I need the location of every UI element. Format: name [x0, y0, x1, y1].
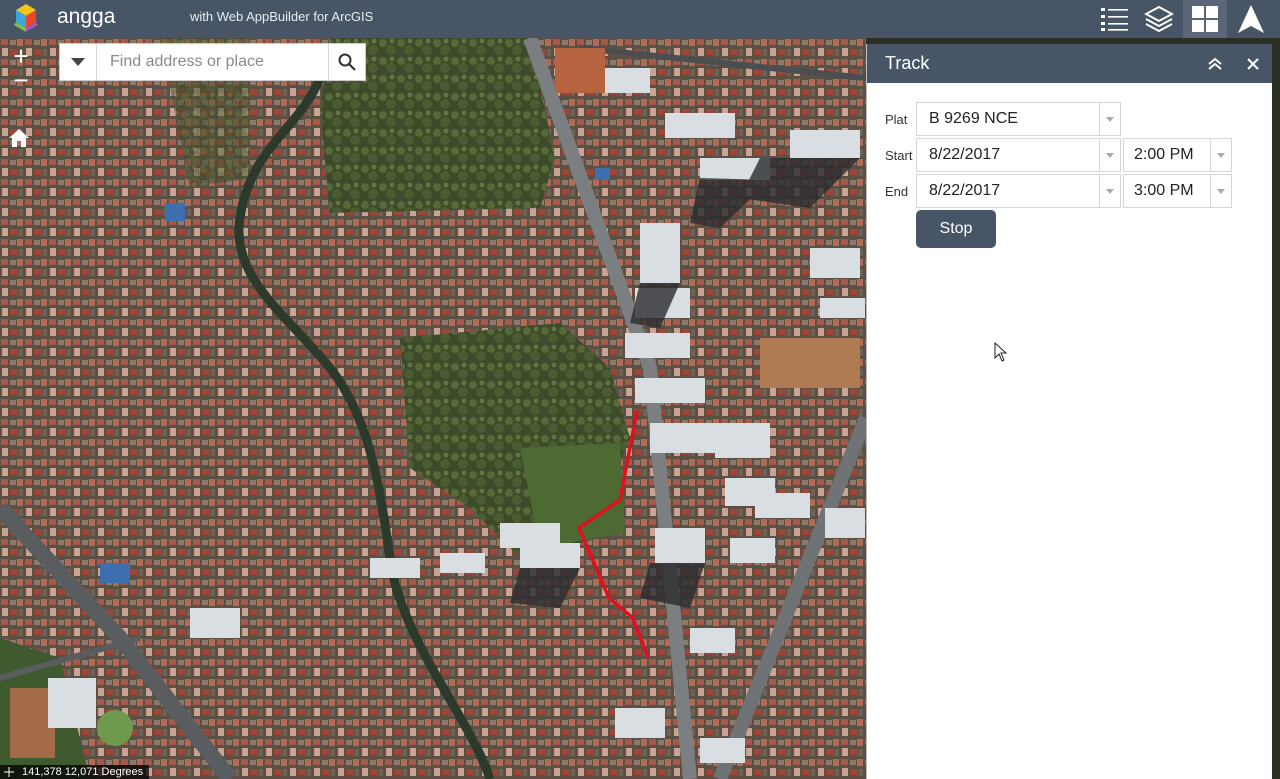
mouse-cursor-icon [994, 342, 1008, 362]
panel-title: Track [885, 53, 930, 73]
end-date-value: 8/22/2017 [929, 182, 1001, 199]
app-header: angga with Web AppBuilder for ArcGIS [0, 0, 1280, 38]
search-button[interactable] [328, 44, 365, 80]
caret-down-icon [71, 58, 85, 66]
search-input[interactable] [97, 44, 328, 80]
home-icon [9, 129, 29, 147]
end-time-picker[interactable]: 3:00 PM [1123, 174, 1232, 208]
plat-label: Plat [885, 111, 908, 127]
start-date-arrow[interactable] [1099, 139, 1120, 171]
widgets-button[interactable] [1183, 0, 1227, 38]
crosshair-icon [4, 767, 14, 777]
zoom-out-button[interactable]: − [6, 67, 36, 93]
satellite-map[interactable] [0, 38, 866, 779]
app-subtitle: with Web AppBuilder for ArcGIS [190, 9, 374, 24]
end-time-arrow[interactable] [1210, 175, 1231, 207]
start-row: Start 8/22/2017 2:00 PM [885, 138, 1232, 172]
search-source-dropdown[interactable] [60, 44, 97, 80]
search-icon [338, 53, 356, 71]
end-date-picker[interactable]: 8/22/2017 [916, 174, 1121, 208]
legend-button[interactable] [1093, 0, 1137, 38]
coordinate-readout: 141,378 12,071 Degrees [0, 765, 150, 779]
start-date-value: 8/22/2017 [929, 146, 1001, 163]
close-icon [1247, 57, 1259, 70]
caret-down-icon [1106, 152, 1114, 158]
start-label: Start [885, 147, 913, 163]
double-chevron-up-icon [1208, 57, 1222, 70]
end-date-arrow[interactable] [1099, 175, 1120, 207]
coordinate-text: 141,378 12,071 Degrees [22, 766, 144, 778]
caret-down-icon [1217, 152, 1225, 158]
start-time-picker[interactable]: 2:00 PM [1123, 138, 1232, 172]
widget-grid-icon [1192, 6, 1218, 32]
layers-button[interactable] [1137, 0, 1181, 38]
plat-dropdown-arrow[interactable] [1099, 103, 1120, 135]
layers-icon [1144, 5, 1174, 33]
caret-down-icon [1106, 116, 1114, 122]
start-time-value: 2:00 PM [1134, 146, 1194, 163]
legend-list-icon [1101, 8, 1128, 31]
collapse-button[interactable] [1196, 44, 1234, 83]
end-label: End [885, 183, 909, 199]
zoom-control: + − [6, 43, 36, 93]
home-button[interactable] [8, 128, 30, 153]
start-time-arrow[interactable] [1210, 139, 1231, 171]
app-logo-icon [14, 4, 38, 32]
plat-select[interactable]: B 9269 NCE [916, 102, 1121, 136]
app-title: angga [57, 5, 116, 28]
north-arrow-icon [1238, 5, 1264, 33]
plat-value: B 9269 NCE [929, 110, 1018, 127]
plat-row: Plat B 9269 NCE [885, 102, 1121, 136]
caret-down-icon [1106, 188, 1114, 194]
start-date-picker[interactable]: 8/22/2017 [916, 138, 1121, 172]
search-widget [59, 43, 366, 81]
caret-down-icon [1217, 188, 1225, 194]
end-row: End 8/22/2017 3:00 PM [885, 174, 1232, 208]
track-panel: Track Plat B 9269 NCE Start 8/22/2017 2:… [866, 44, 1272, 779]
navigation-button[interactable] [1229, 0, 1273, 38]
close-button[interactable] [1234, 44, 1272, 83]
stop-button[interactable]: Stop [916, 210, 996, 248]
end-time-value: 3:00 PM [1134, 182, 1194, 199]
panel-header: Track [867, 44, 1272, 83]
